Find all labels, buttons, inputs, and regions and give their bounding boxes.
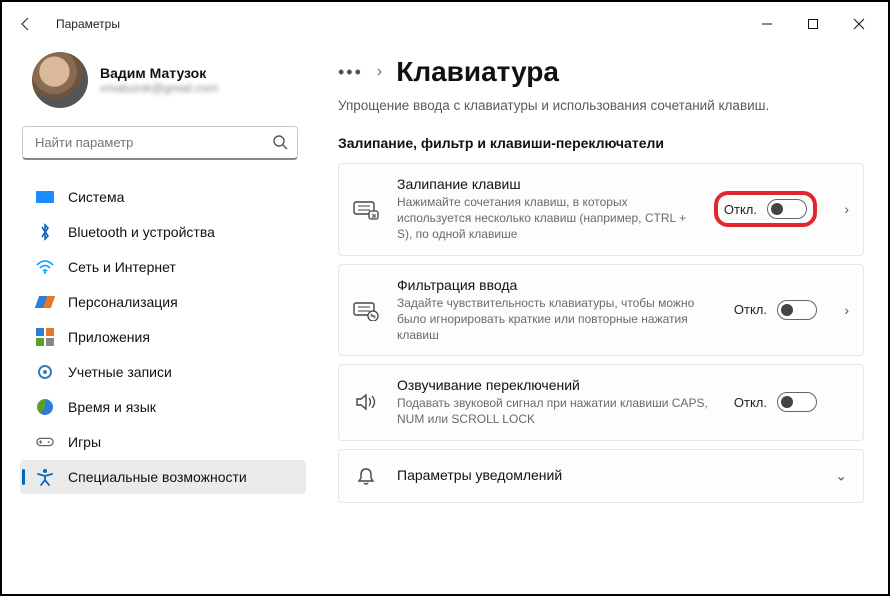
monitor-icon bbox=[36, 191, 54, 203]
close-button[interactable] bbox=[836, 8, 882, 40]
apps-icon bbox=[36, 328, 54, 346]
card-toggle-keys[interactable]: Озвучивание переключений Подавать звуков… bbox=[338, 364, 864, 440]
search-input[interactable] bbox=[22, 126, 298, 160]
gamepad-icon bbox=[36, 433, 54, 451]
person-icon bbox=[36, 363, 54, 381]
chevron-down-icon[interactable]: ⌄ bbox=[835, 467, 847, 484]
toggle-state: Откл. bbox=[724, 202, 757, 217]
main-content: ••• › Клавиатура Упрощение ввода с клави… bbox=[314, 46, 888, 594]
wifi-icon bbox=[36, 258, 54, 276]
nav-label: Bluetooth и устройства bbox=[68, 224, 215, 240]
nav-label: Приложения bbox=[68, 329, 150, 345]
nav-personalization[interactable]: Персонализация bbox=[20, 285, 306, 319]
chevron-right-icon[interactable]: › bbox=[844, 302, 849, 318]
card-title: Параметры уведомлений bbox=[397, 467, 817, 483]
toggle-state: Откл. bbox=[734, 395, 767, 410]
user-name: Вадим Матузок bbox=[100, 65, 218, 81]
nav: Система Bluetooth и устройства Сеть и Ин… bbox=[20, 180, 306, 494]
nav-accessibility[interactable]: Специальные возможности bbox=[20, 460, 306, 494]
keyboard-sticky-icon bbox=[353, 198, 379, 220]
nav-system[interactable]: Система bbox=[20, 180, 306, 214]
user-block[interactable]: Вадим Матузок vmatuzok@gmail.com bbox=[20, 46, 306, 122]
filter-keys-toggle[interactable] bbox=[777, 300, 817, 320]
chevron-right-icon[interactable]: › bbox=[844, 201, 849, 217]
nav-label: Учетные записи bbox=[68, 364, 172, 380]
app-title: Параметры bbox=[56, 17, 120, 31]
card-notification-prefs[interactable]: Параметры уведомлений ⌄ bbox=[338, 449, 864, 503]
maximize-button[interactable] bbox=[790, 8, 836, 40]
back-button[interactable] bbox=[14, 12, 38, 36]
highlight-callout: Откл. bbox=[714, 191, 817, 227]
window-controls bbox=[744, 8, 882, 40]
avatar bbox=[32, 52, 88, 108]
nav-games[interactable]: Игры bbox=[20, 425, 306, 459]
sidebar: Вадим Матузок vmatuzok@gmail.com Система… bbox=[2, 46, 314, 594]
card-title: Фильтрация ввода bbox=[397, 277, 716, 293]
keyboard-filter-icon bbox=[353, 299, 379, 321]
page-title: Клавиатура bbox=[396, 56, 559, 88]
sticky-keys-toggle[interactable] bbox=[767, 199, 807, 219]
bell-icon bbox=[353, 466, 379, 486]
card-filter-keys[interactable]: Фильтрация ввода Задайте чувствительност… bbox=[338, 264, 864, 357]
bluetooth-icon bbox=[36, 223, 54, 241]
search-wrap bbox=[22, 126, 298, 160]
card-desc: Нажимайте сочетания клавиш, в которых ис… bbox=[397, 194, 696, 243]
breadcrumb-ellipsis[interactable]: ••• bbox=[338, 62, 363, 83]
nav-label: Сеть и Интернет bbox=[68, 259, 176, 275]
globe-clock-icon bbox=[36, 398, 54, 416]
accessibility-icon bbox=[36, 468, 54, 486]
nav-network[interactable]: Сеть и Интернет bbox=[20, 250, 306, 284]
card-desc: Задайте чувствительность клавиатуры, что… bbox=[397, 295, 716, 344]
nav-label: Специальные возможности bbox=[68, 469, 247, 485]
nav-bluetooth[interactable]: Bluetooth и устройства bbox=[20, 215, 306, 249]
chevron-right-icon: › bbox=[377, 63, 382, 81]
brush-icon bbox=[36, 293, 54, 311]
nav-label: Время и язык bbox=[68, 399, 156, 415]
toggle-keys-toggle[interactable] bbox=[777, 392, 817, 412]
nav-apps[interactable]: Приложения bbox=[20, 320, 306, 354]
card-desc: Подавать звуковой сигнал при нажатии кла… bbox=[397, 395, 716, 427]
nav-accounts[interactable]: Учетные записи bbox=[20, 355, 306, 389]
minimize-button[interactable] bbox=[744, 8, 790, 40]
card-title: Залипание клавиш bbox=[397, 176, 696, 192]
search-icon bbox=[272, 134, 288, 150]
breadcrumb: ••• › Клавиатура bbox=[338, 56, 864, 88]
titlebar: Параметры bbox=[2, 2, 888, 46]
settings-window: Параметры Вадим Матузок vmatuzok@gmail.c… bbox=[0, 0, 890, 596]
card-sticky-keys[interactable]: Залипание клавиш Нажимайте сочетания кла… bbox=[338, 163, 864, 256]
user-email: vmatuzok@gmail.com bbox=[100, 81, 218, 95]
toggle-state: Откл. bbox=[734, 302, 767, 317]
nav-label: Игры bbox=[68, 434, 101, 450]
card-title: Озвучивание переключений bbox=[397, 377, 716, 393]
nav-label: Система bbox=[68, 189, 124, 205]
nav-label: Персонализация bbox=[68, 294, 178, 310]
section-title: Залипание, фильтр и клавиши-переключател… bbox=[338, 135, 864, 151]
page-subtitle: Упрощение ввода с клавиатуры и использов… bbox=[338, 98, 864, 113]
nav-time[interactable]: Время и язык bbox=[20, 390, 306, 424]
speaker-icon bbox=[353, 392, 379, 412]
